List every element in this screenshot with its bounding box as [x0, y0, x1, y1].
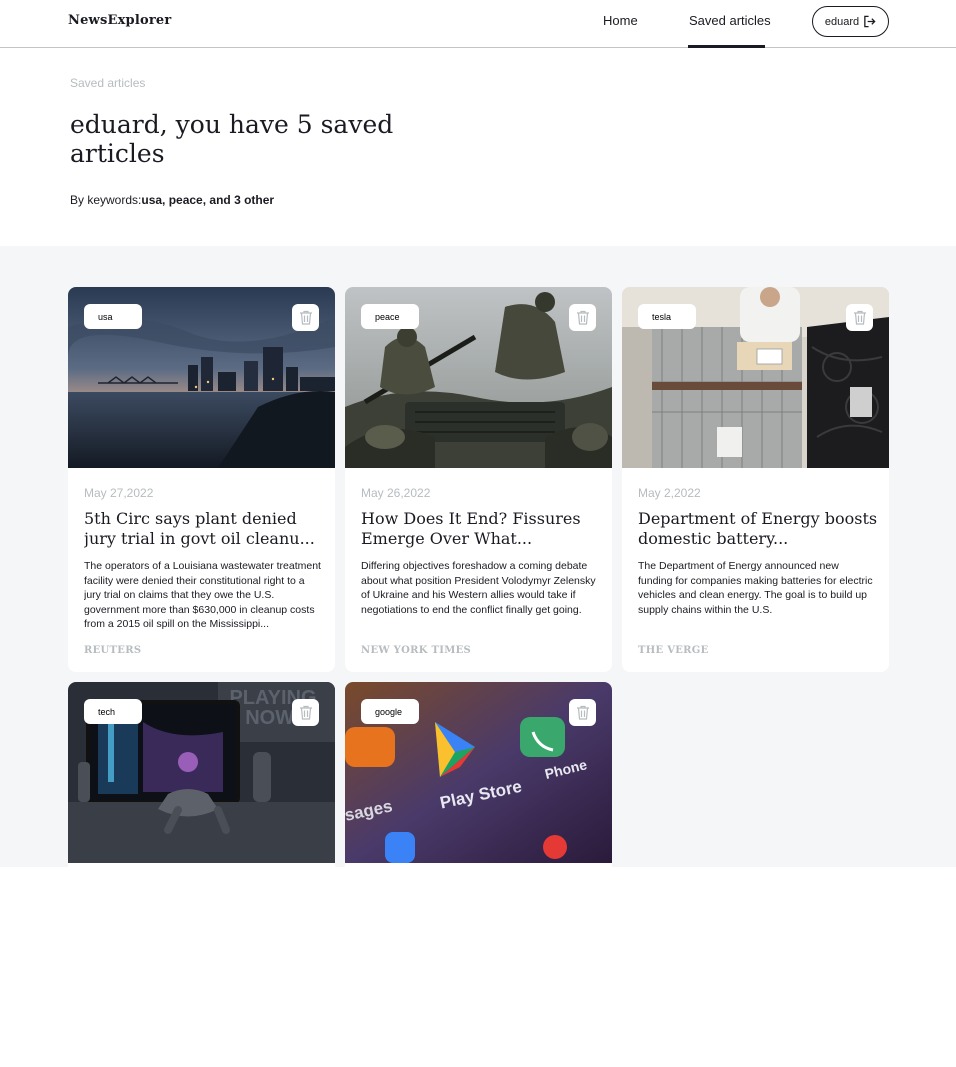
article-date: May 27,2022: [84, 486, 154, 500]
article-text: The operators of a Louisiana wastewater …: [84, 560, 321, 631]
article-source: NEW YORK TIMES: [361, 645, 472, 656]
keyword-tag: usa: [84, 304, 142, 329]
intro-label: Saved articles: [70, 76, 146, 90]
trash-icon: [299, 310, 312, 325]
trash-icon: [853, 310, 866, 325]
delete-button[interactable]: [846, 304, 873, 331]
keywords-summary: By keywords:usa, peace, and 3 other: [70, 193, 274, 207]
article-text: Differing objectives foreshadow a coming…: [361, 560, 596, 616]
delete-button[interactable]: [292, 304, 319, 331]
article-card[interactable]: Play Store Phone ssages google: [345, 682, 612, 1067]
user-name: eduard: [824, 15, 860, 28]
logo[interactable]: NewsExplorer: [68, 13, 171, 28]
article-title[interactable]: How Does It End? Fissures Emerge Over Wh…: [361, 509, 601, 549]
logout-icon: [864, 15, 876, 28]
keyword-tag: tech: [84, 699, 142, 724]
trash-icon: [576, 310, 589, 325]
nav-saved-articles-link[interactable]: Saved articles: [689, 13, 771, 28]
article-text: The Department of Energy announced new f…: [638, 560, 873, 616]
article-date: May 26,2022: [361, 486, 431, 500]
article-card[interactable]: tesla May 2,2022 Department of Energy bo…: [622, 287, 889, 672]
keyword-tag: tesla: [638, 304, 696, 329]
saved-articles-intro: Saved articles eduard, you have 5 saved …: [0, 48, 956, 246]
keywords-value: usa, peace, and 3 other: [141, 193, 275, 207]
site-header: NewsExplorer Home Saved articles eduard: [0, 0, 956, 48]
keywords-prefix: By keywords:: [70, 193, 142, 207]
keyword-tag: google: [361, 699, 419, 724]
keyword-tag: peace: [361, 304, 419, 329]
delete-button[interactable]: [569, 304, 596, 331]
delete-button[interactable]: [292, 699, 319, 726]
delete-button[interactable]: [569, 699, 596, 726]
logout-button[interactable]: eduard: [812, 6, 889, 37]
trash-icon: [299, 705, 312, 720]
article-title[interactable]: Department of Energy boosts domestic bat…: [638, 509, 878, 549]
saved-articles-grid: usa May 27,2022 5th Circ says plant deni…: [0, 246, 956, 1067]
trash-icon: [576, 705, 589, 720]
article-title[interactable]: 5th Circ says plant denied jury trial in…: [84, 509, 324, 549]
page-title: eduard, you have 5 saved articles: [70, 110, 394, 168]
article-date: May 2,2022: [638, 486, 701, 500]
article-card[interactable]: usa May 27,2022 5th Circ says plant deni…: [68, 287, 335, 672]
article-card[interactable]: PLAYING NOW! tech: [68, 682, 335, 1067]
article-source: THE VERGE: [638, 645, 709, 656]
article-source: REUTERS: [84, 645, 142, 656]
nav-home-link[interactable]: Home: [603, 13, 638, 28]
article-card[interactable]: peace May 26,2022 How Does It End? Fissu…: [345, 287, 612, 672]
